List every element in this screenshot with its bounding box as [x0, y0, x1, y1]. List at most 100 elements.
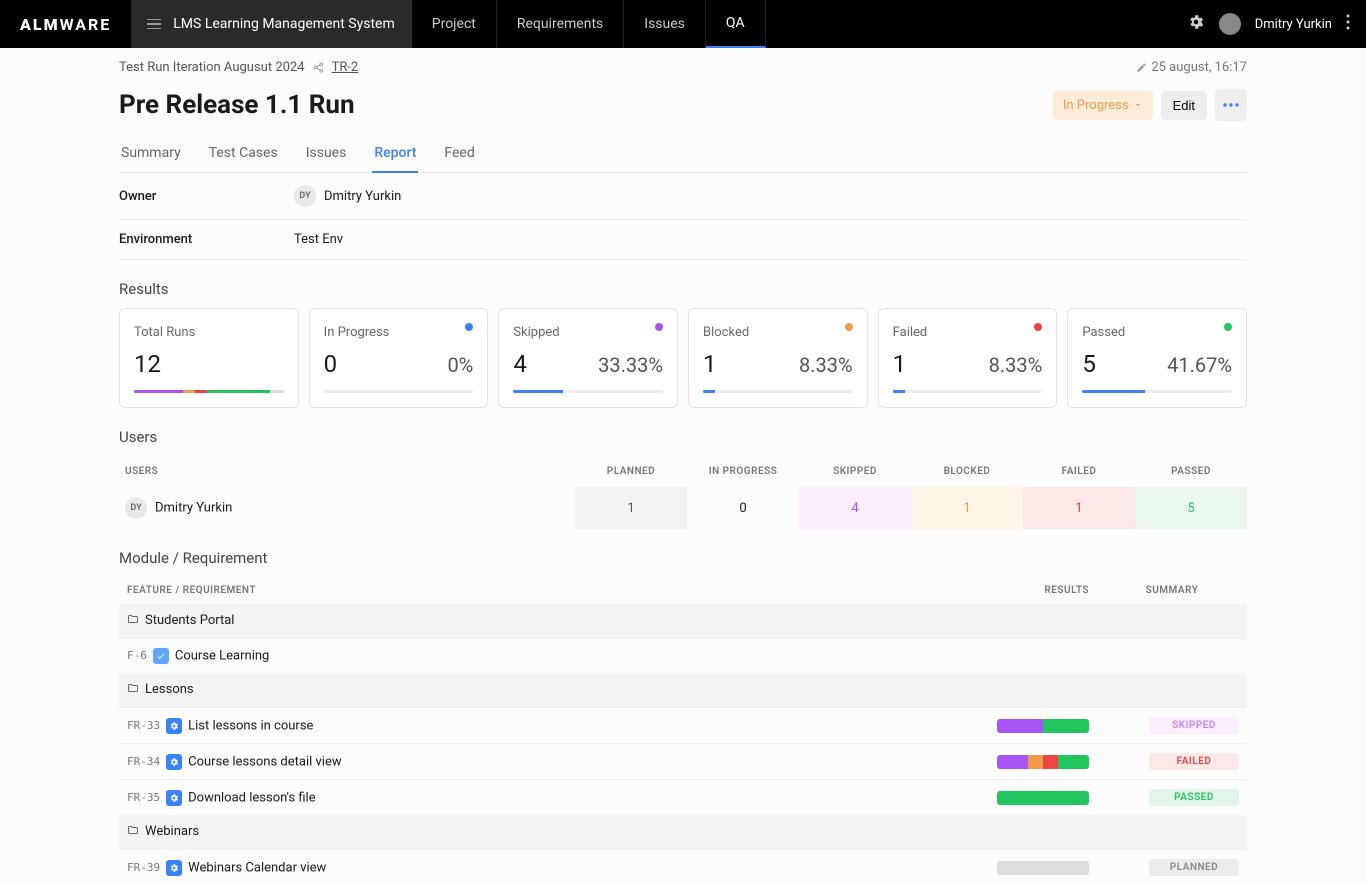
title-bar: Pre Release 1.1 Run In Progress Edit	[119, 79, 1247, 135]
col-passed: PASSED	[1135, 456, 1247, 487]
owner-avatar: DY	[294, 185, 316, 207]
col-failed: FAILED	[1023, 456, 1135, 487]
tab-test-cases[interactable]: Test Cases	[207, 135, 280, 172]
cell-blocked: 1	[911, 487, 1023, 529]
results-title: Results	[119, 280, 1247, 298]
tab-report[interactable]: Report	[372, 135, 418, 173]
col-in-progress: IN PROGRESS	[687, 456, 799, 487]
group-name: Webinars	[145, 824, 199, 839]
requirement-name: List lessons in course	[188, 718, 313, 733]
result-bar	[997, 861, 1089, 875]
card-percent: 8.33%	[989, 353, 1043, 377]
summary-chip: SKIPPED	[1149, 717, 1239, 734]
folder-icon	[127, 682, 139, 698]
card-percent: 0%	[447, 353, 473, 377]
result-bar	[997, 719, 1089, 733]
table-row[interactable]: Students Portal	[119, 604, 1247, 639]
edit-button[interactable]: Edit	[1161, 91, 1207, 120]
table-row[interactable]: FR-33List lessons in courseSKIPPED	[119, 708, 1247, 744]
user-name[interactable]: Dmitry Yurkin	[1255, 17, 1332, 32]
environment-label: Environment	[119, 232, 294, 247]
col-summary: SUMMARY	[1097, 577, 1247, 604]
table-row[interactable]: FR-34Course lessons detail viewFAILED	[119, 744, 1247, 780]
status-dot	[845, 323, 853, 331]
topnav-qa[interactable]: QA	[706, 0, 766, 48]
sub-tabs: Summary Test Cases Issues Report Feed	[119, 135, 1247, 173]
top-bar: ALMWARE LMS Learning Management System P…	[0, 0, 1366, 48]
card-percent: 8.33%	[799, 353, 853, 377]
feature-id: F-6	[127, 649, 147, 662]
timestamp: 25 august, 16:17	[1151, 60, 1247, 75]
row-user-name: Dmitry Yurkin	[155, 500, 232, 515]
avatar[interactable]	[1219, 13, 1241, 35]
card-title: Skipped	[513, 325, 663, 340]
card-in-progress: In Progress00%	[309, 308, 489, 408]
chevron-down-icon	[1133, 100, 1143, 110]
card-title: In Progress	[324, 325, 474, 340]
table-row[interactable]: Lessons	[119, 673, 1247, 708]
requirement-name: Course lessons detail view	[188, 754, 342, 769]
tab-issues[interactable]: Issues	[304, 135, 349, 172]
menu-icon	[147, 19, 161, 30]
table-row[interactable]: Webinars	[119, 815, 1247, 850]
owner-name: Dmitry Yurkin	[324, 189, 401, 204]
project-selector[interactable]: LMS Learning Management System	[131, 0, 411, 48]
card-total-runs: Total Runs 12	[119, 308, 299, 408]
share-icon	[313, 62, 324, 73]
requirement-id: FR-35	[127, 791, 160, 804]
requirements-table: FEATURE / REQUIREMENT RESULTS SUMMARY St…	[119, 577, 1247, 885]
card-value: 12	[134, 350, 161, 378]
card-title: Total Runs	[134, 325, 284, 340]
pencil-icon	[1136, 62, 1147, 73]
tab-feed[interactable]: Feed	[442, 135, 476, 172]
group-name: Lessons	[145, 682, 194, 697]
requirement-icon	[166, 860, 182, 876]
environment-value: Test Env	[294, 232, 343, 247]
folder-icon	[127, 613, 139, 629]
topnav-project[interactable]: Project	[412, 0, 497, 48]
table-row[interactable]: FR-39Webinars Calendar viewPLANNED	[119, 850, 1247, 885]
user-avatar: DY	[125, 497, 147, 519]
topnav-issues[interactable]: Issues	[624, 0, 706, 48]
result-bar	[997, 755, 1089, 769]
status-dropdown[interactable]: In Progress	[1053, 91, 1153, 120]
more-actions-button[interactable]	[1215, 89, 1247, 121]
project-name: LMS Learning Management System	[173, 16, 394, 32]
result-bar	[997, 791, 1089, 805]
card-value: 5	[1082, 350, 1096, 378]
table-row[interactable]: F-6 Course Learning	[119, 639, 1247, 674]
card-blocked: Blocked 1 8.33%	[688, 308, 868, 408]
requirement-name: Webinars Calendar view	[188, 860, 326, 875]
topnav-requirements[interactable]: Requirements	[497, 0, 624, 48]
plan-name[interactable]: Test Run Iteration Augusut 2024	[119, 60, 305, 75]
cell-planned: 1	[575, 487, 687, 529]
cell-passed: 5	[1135, 487, 1247, 529]
card-value: 4	[513, 350, 527, 378]
cell-failed: 1	[1023, 487, 1135, 529]
gear-icon[interactable]	[1187, 13, 1205, 35]
owner-label: Owner	[119, 189, 294, 204]
card-failed: Failed18.33%	[878, 308, 1058, 408]
card-value: 1	[703, 350, 717, 378]
card-percent: 41.67%	[1167, 353, 1232, 377]
card-title: Passed	[1082, 325, 1232, 340]
summary-chip: PASSED	[1149, 789, 1239, 806]
card-passed: Passed 5 41.67%	[1067, 308, 1247, 408]
col-users: USERS	[119, 456, 575, 487]
result-cards: Total Runs 12 In Progress00% Skipped 4 33.33%…	[119, 308, 1247, 408]
requirement-icon	[166, 790, 182, 806]
owner-row: Owner DY Dmitry Yurkin	[119, 173, 1247, 220]
requirement-icon	[166, 718, 182, 734]
summary-chip: FAILED	[1149, 753, 1239, 770]
feature-name: Course Learning	[175, 648, 269, 663]
status-dot	[1224, 323, 1232, 331]
tab-summary[interactable]: Summary	[119, 135, 183, 172]
table-row: DYDmitry Yurkin 1 0 4 1 1 5	[119, 487, 1247, 529]
run-id-link[interactable]: TR-2	[332, 60, 359, 75]
table-row[interactable]: FR-35Download lesson's filePASSED	[119, 780, 1247, 816]
breadcrumb: Test Run Iteration Augusut 2024 TR-2 25 …	[119, 48, 1247, 79]
col-blocked: BLOCKED	[911, 456, 1023, 487]
card-title: Blocked	[703, 325, 853, 340]
more-icon[interactable]	[1346, 14, 1350, 34]
card-percent: 33.33%	[598, 353, 663, 377]
